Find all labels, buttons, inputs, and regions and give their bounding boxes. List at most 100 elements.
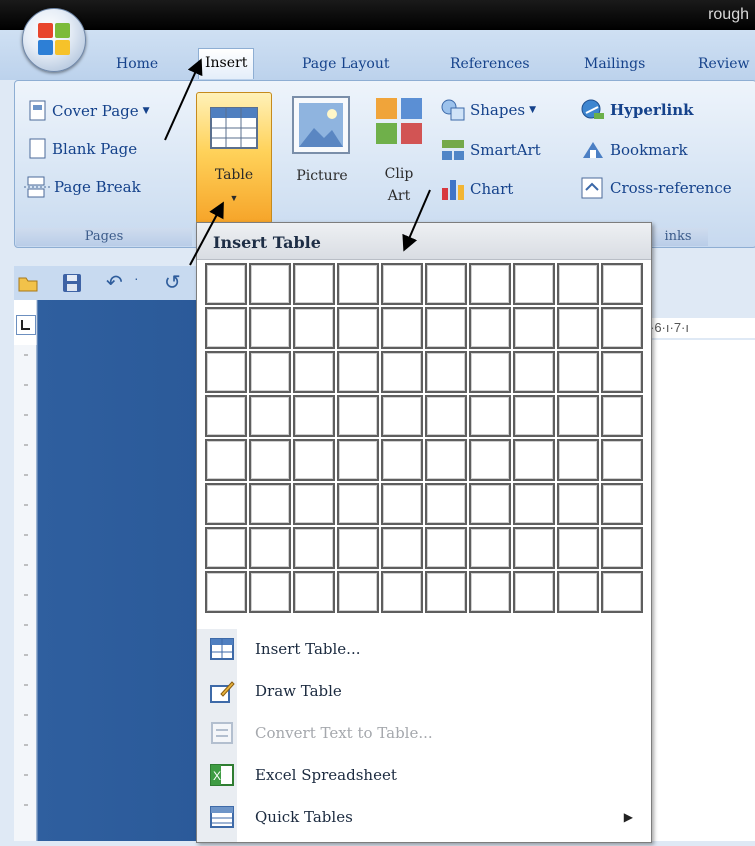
grid-cell[interactable] [425,395,467,437]
grid-cell[interactable] [337,527,379,569]
grid-cell[interactable] [469,395,511,437]
grid-cell[interactable] [249,395,291,437]
grid-cell[interactable] [205,263,247,305]
grid-cell[interactable] [557,527,599,569]
grid-cell[interactable] [293,439,335,481]
tab-insert[interactable]: Insert [198,48,255,79]
grid-cell[interactable] [469,483,511,525]
grid-cell[interactable] [601,527,643,569]
cross-reference-button[interactable]: Cross-reference [580,176,732,200]
table-size-grid[interactable] [205,263,645,617]
grid-cell[interactable] [469,263,511,305]
grid-cell[interactable] [601,439,643,481]
quick-tables-menu-item[interactable]: Quick Tables ▶ [197,797,651,837]
grid-cell[interactable] [469,351,511,393]
grid-cell[interactable] [249,307,291,349]
grid-cell[interactable] [205,571,247,613]
grid-cell[interactable] [337,263,379,305]
grid-cell[interactable] [249,351,291,393]
page-break-button[interactable]: Page Break [24,176,141,198]
grid-cell[interactable] [601,351,643,393]
grid-cell[interactable] [293,351,335,393]
grid-cell[interactable] [205,351,247,393]
chevron-down-icon[interactable]: · [134,270,139,286]
grid-cell[interactable] [513,439,555,481]
grid-cell[interactable] [513,527,555,569]
grid-cell[interactable] [381,351,423,393]
tab-references[interactable]: References [444,52,536,76]
grid-cell[interactable] [293,483,335,525]
grid-cell[interactable] [381,571,423,613]
grid-cell[interactable] [381,439,423,481]
insert-table-menu-item[interactable]: Insert Table... [197,629,651,669]
grid-cell[interactable] [601,483,643,525]
grid-cell[interactable] [469,439,511,481]
grid-cell[interactable] [293,571,335,613]
grid-cell[interactable] [249,527,291,569]
grid-cell[interactable] [513,395,555,437]
hyperlink-button[interactable]: Hyperlink [580,98,694,122]
grid-cell[interactable] [557,439,599,481]
office-button[interactable] [22,8,86,72]
save-icon[interactable] [62,273,82,293]
grid-cell[interactable] [425,571,467,613]
grid-cell[interactable] [293,263,335,305]
grid-cell[interactable] [381,527,423,569]
grid-cell[interactable] [293,307,335,349]
grid-cell[interactable] [513,571,555,613]
grid-cell[interactable] [425,527,467,569]
grid-cell[interactable] [601,571,643,613]
grid-cell[interactable] [205,483,247,525]
grid-cell[interactable] [425,483,467,525]
grid-cell[interactable] [293,527,335,569]
grid-cell[interactable] [337,439,379,481]
grid-cell[interactable] [337,483,379,525]
grid-cell[interactable] [425,439,467,481]
grid-cell[interactable] [381,307,423,349]
grid-cell[interactable] [557,395,599,437]
grid-cell[interactable] [601,263,643,305]
tab-selector-icon[interactable] [16,315,36,335]
cover-page-button[interactable]: Cover Page ▼ [28,100,150,122]
grid-cell[interactable] [337,307,379,349]
grid-cell[interactable] [425,307,467,349]
table-button[interactable]: Table ▼ [196,92,272,224]
tab-mailings[interactable]: Mailings [578,52,651,76]
grid-cell[interactable] [557,483,599,525]
grid-cell[interactable] [513,307,555,349]
excel-spreadsheet-menu-item[interactable]: X Excel Spreadsheet [197,755,651,795]
grid-cell[interactable] [557,351,599,393]
grid-cell[interactable] [425,263,467,305]
grid-cell[interactable] [513,351,555,393]
grid-cell[interactable] [249,263,291,305]
grid-cell[interactable] [205,439,247,481]
grid-cell[interactable] [293,395,335,437]
grid-cell[interactable] [557,571,599,613]
grid-cell[interactable] [513,263,555,305]
grid-cell[interactable] [337,351,379,393]
grid-cell[interactable] [205,395,247,437]
grid-cell[interactable] [601,307,643,349]
grid-cell[interactable] [557,263,599,305]
draw-table-menu-item[interactable]: Draw Table [197,671,651,711]
bookmark-button[interactable]: Bookmark [580,138,688,162]
grid-cell[interactable] [205,307,247,349]
grid-cell[interactable] [337,571,379,613]
picture-button[interactable]: Picture [286,92,358,212]
grid-cell[interactable] [381,395,423,437]
tab-home[interactable]: Home [110,52,164,76]
smartart-button[interactable]: SmartArt [440,138,541,162]
grid-cell[interactable] [601,395,643,437]
grid-cell[interactable] [381,483,423,525]
undo-icon[interactable]: ↶ [106,270,123,295]
redo-icon[interactable]: ↺ [164,270,181,295]
grid-cell[interactable] [381,263,423,305]
grid-cell[interactable] [557,307,599,349]
folder-icon[interactable] [18,273,38,293]
grid-cell[interactable] [513,483,555,525]
grid-cell[interactable] [469,307,511,349]
grid-cell[interactable] [249,483,291,525]
tab-page-layout[interactable]: Page Layout [296,52,395,76]
tab-review[interactable]: Review [692,52,755,76]
grid-cell[interactable] [205,527,247,569]
